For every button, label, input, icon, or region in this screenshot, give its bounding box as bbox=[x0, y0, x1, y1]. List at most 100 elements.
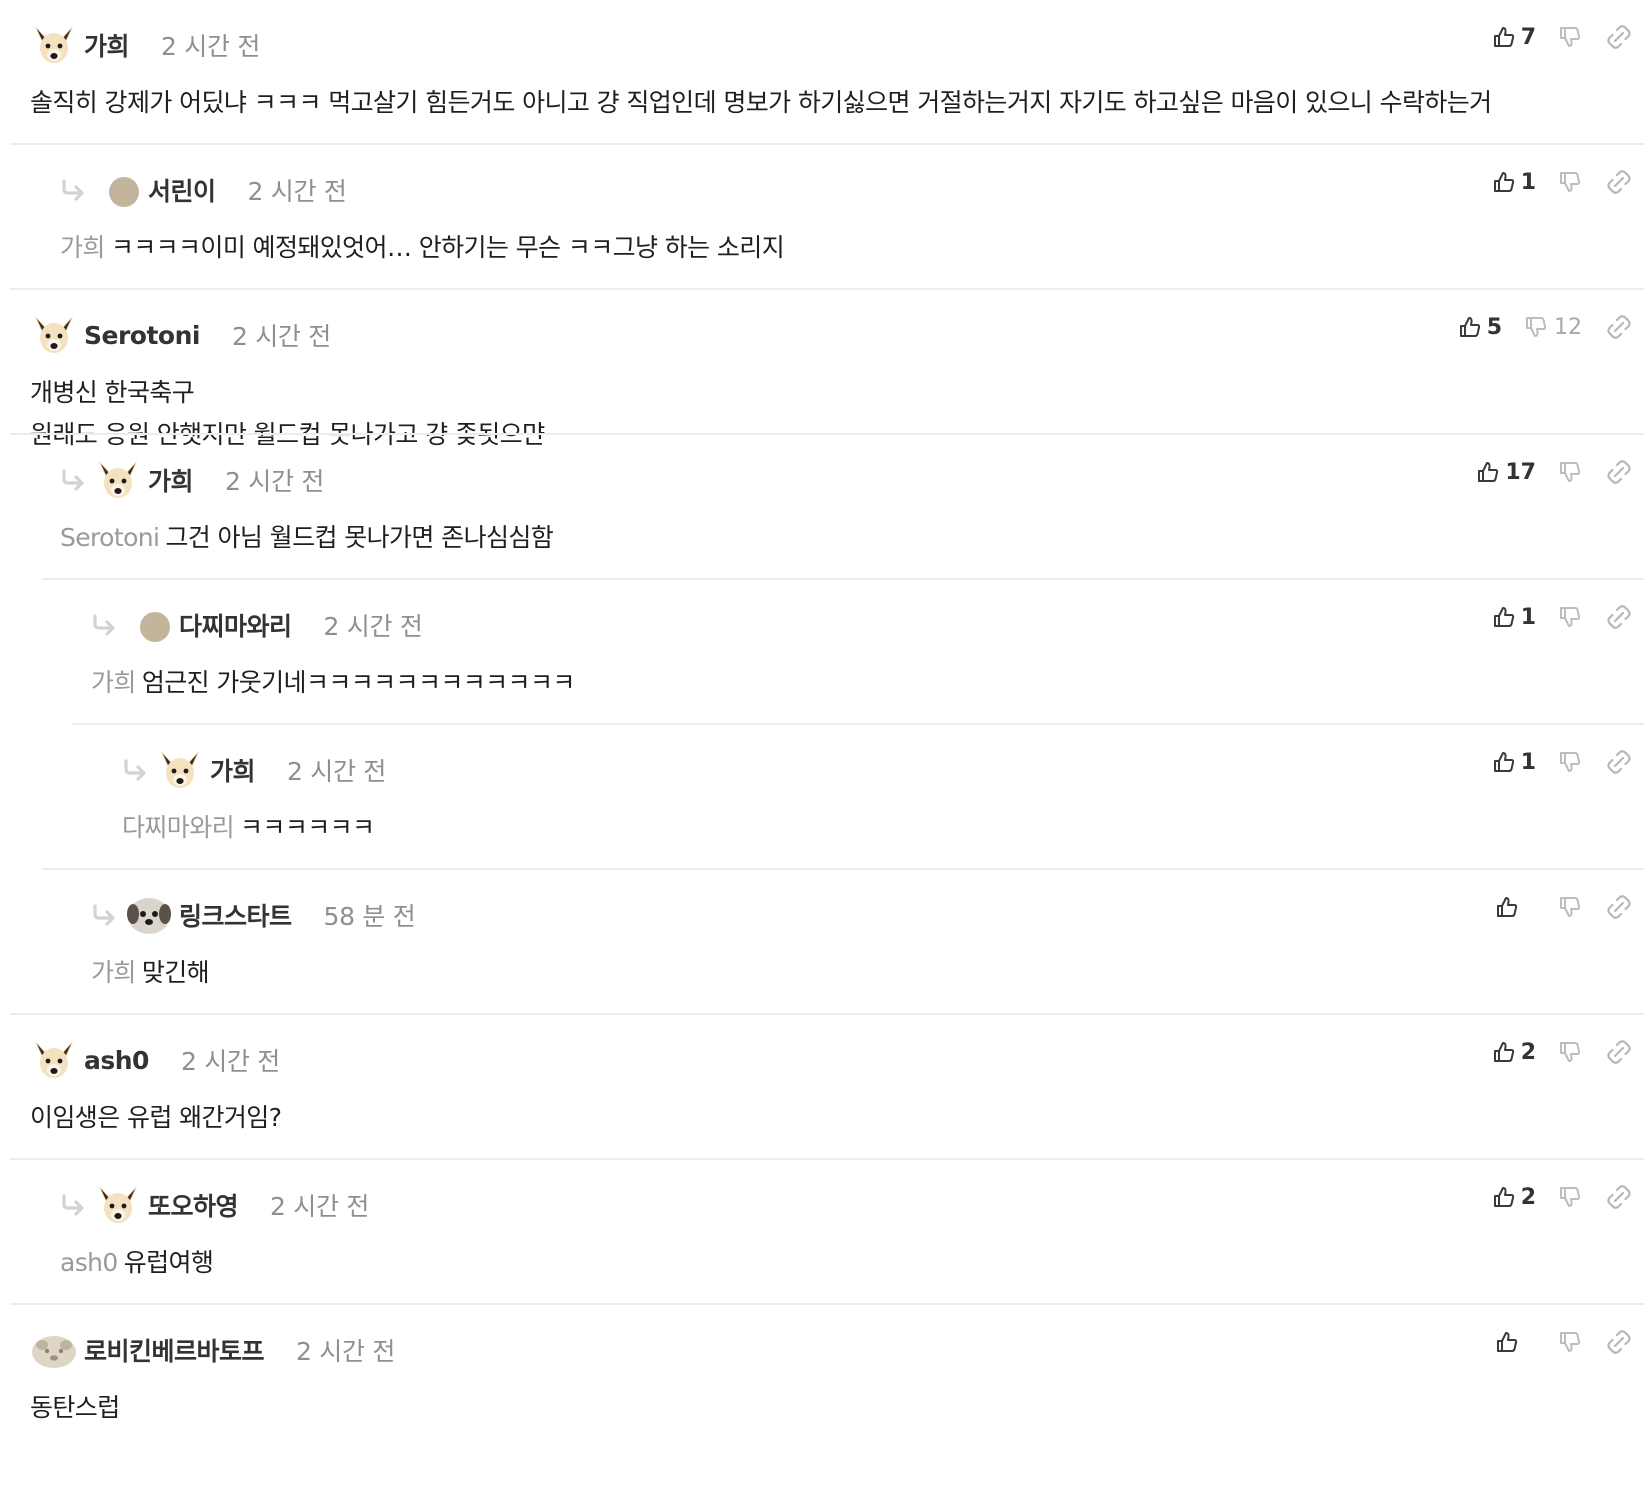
comment-actions: 1 bbox=[1492, 747, 1632, 777]
comment-item: Serotoni 2 시간 전 개병신 한국축구 원래도 응원 안햇지만 월드컵 못나… bbox=[0, 290, 1652, 449]
comment-item: 가희 2 시간 전 솔직히 강제가 어딨냐 ㅋㅋㅋ 먹고살기 힘든거도 아니고 걍 … bbox=[0, 0, 1652, 145]
reply-mention[interactable]: 가희 bbox=[60, 233, 105, 262]
comment-header: 또오하영 2 시간 전 bbox=[60, 1181, 369, 1229]
like-button[interactable]: 1 bbox=[1492, 605, 1536, 630]
comment-author[interactable]: 다찌마와리 bbox=[179, 607, 292, 643]
comment-timestamp: 2 시간 전 bbox=[180, 1047, 280, 1076]
comment-item: 서린이 2 시간 전 가희 ㅋㅋㅋㅋ이미 예정돼있엇어… 안하기는 무슨 ㅋㅋ그냥 하… bbox=[0, 145, 1652, 290]
comment-actions: 2 bbox=[1492, 1037, 1632, 1067]
default-circle-avatar[interactable] bbox=[125, 602, 173, 648]
comment-body: 가희 엄근진 가웃기네ㅋㅋㅋㅋㅋㅋㅋㅋㅋㅋㅋㅋ bbox=[91, 662, 575, 704]
dislike-button[interactable] bbox=[1558, 1040, 1582, 1064]
comment-actions: 5 12 bbox=[1458, 312, 1632, 342]
comment-author[interactable]: 또오하영 bbox=[148, 1187, 239, 1223]
comment-body: ash0 유럽여행 bbox=[60, 1242, 214, 1284]
reply-arrow-icon bbox=[91, 613, 119, 637]
like-count: 7 bbox=[1520, 24, 1536, 50]
like-button[interactable] bbox=[1495, 1330, 1536, 1354]
like-button[interactable]: 17 bbox=[1476, 460, 1536, 485]
like-count: 1 bbox=[1520, 604, 1536, 630]
reply-mention[interactable]: 가희 bbox=[91, 668, 136, 697]
default-circle-avatar[interactable] bbox=[94, 167, 142, 213]
like-button[interactable]: 1 bbox=[1492, 750, 1536, 775]
dislike-button[interactable] bbox=[1558, 460, 1582, 484]
dislike-button[interactable]: 12 bbox=[1524, 315, 1582, 340]
dislike-button[interactable] bbox=[1558, 25, 1582, 49]
comment-author[interactable]: 로비킨베르바토프 bbox=[84, 1332, 265, 1368]
comment-text: 이임생은 유럽 왜간거임? bbox=[30, 1103, 282, 1132]
dislike-button[interactable] bbox=[1558, 895, 1582, 919]
dislike-button[interactable] bbox=[1558, 1330, 1582, 1354]
comment-actions bbox=[1495, 892, 1632, 922]
comment-header: 로비킨베르바토프 2 시간 전 bbox=[30, 1326, 395, 1374]
comment-author[interactable]: 가희 bbox=[210, 752, 256, 788]
dislike-button[interactable] bbox=[1558, 605, 1582, 629]
comment-author[interactable]: ash0 bbox=[84, 1046, 149, 1075]
blurred-animal-avatar[interactable] bbox=[30, 1327, 78, 1373]
chihuahua-avatar[interactable] bbox=[156, 747, 204, 793]
comment-body: 가희 ㅋㅋㅋㅋ이미 예정돼있엇어… 안하기는 무슨 ㅋㅋ그냥 하는 소리지 bbox=[60, 227, 785, 269]
comment-header: ash0 2 시간 전 bbox=[30, 1036, 280, 1084]
chihuahua-avatar[interactable] bbox=[30, 312, 78, 358]
comment-body: 동탄스럽 bbox=[30, 1387, 120, 1429]
share-link-button[interactable] bbox=[1606, 169, 1632, 195]
thumbs-up-icon bbox=[1492, 605, 1516, 629]
reply-mention[interactable]: ash0 bbox=[60, 1248, 118, 1277]
share-link-button[interactable] bbox=[1606, 24, 1632, 50]
comment-author[interactable]: 가희 bbox=[84, 27, 130, 63]
thumbs-down-icon bbox=[1558, 170, 1582, 194]
share-link-button[interactable] bbox=[1606, 1184, 1632, 1210]
link-icon bbox=[1606, 24, 1632, 50]
comment-author[interactable]: 서린이 bbox=[148, 172, 216, 208]
comment-author[interactable]: Serotoni bbox=[84, 321, 200, 350]
like-button[interactable]: 1 bbox=[1492, 170, 1536, 195]
chihuahua-avatar[interactable] bbox=[94, 457, 142, 503]
dislike-button[interactable] bbox=[1558, 170, 1582, 194]
share-link-button[interactable] bbox=[1606, 459, 1632, 485]
dislike-button[interactable] bbox=[1558, 750, 1582, 774]
share-link-button[interactable] bbox=[1606, 314, 1632, 340]
comment-author[interactable]: 링크스타트 bbox=[179, 897, 292, 933]
thumbs-down-icon bbox=[1558, 1040, 1582, 1064]
like-button[interactable]: 2 bbox=[1492, 1040, 1536, 1065]
thumbs-up-icon bbox=[1492, 1040, 1516, 1064]
like-button[interactable]: 2 bbox=[1492, 1185, 1536, 1210]
dislike-button[interactable] bbox=[1558, 1185, 1582, 1209]
reply-arrow-icon bbox=[91, 903, 119, 927]
chihuahua-avatar[interactable] bbox=[94, 1182, 142, 1228]
like-button[interactable]: 5 bbox=[1458, 315, 1502, 340]
comment-timestamp: 2 시간 전 bbox=[225, 467, 325, 496]
comment-text: 엄근진 가웃기네ㅋㅋㅋㅋㅋㅋㅋㅋㅋㅋㅋㅋ bbox=[141, 668, 576, 697]
comment-body: 다찌마와리 ㅋㅋㅋㅋㅋㅋ bbox=[122, 807, 375, 849]
share-link-button[interactable] bbox=[1606, 894, 1632, 920]
thumbs-up-icon bbox=[1476, 460, 1500, 484]
puppy-avatar[interactable] bbox=[125, 892, 173, 938]
comment-actions: 2 bbox=[1492, 1182, 1632, 1212]
comment-body: 솔직히 강제가 어딨냐 ㅋㅋㅋ 먹고살기 힘든거도 아니고 걍 직업인데 명보가… bbox=[30, 82, 1492, 124]
chihuahua-avatar[interactable] bbox=[30, 1037, 78, 1083]
comment-author[interactable]: 가희 bbox=[148, 462, 194, 498]
like-button[interactable]: 7 bbox=[1492, 25, 1536, 50]
comment-text-line: 가희 맞긴해 bbox=[91, 952, 210, 994]
share-link-button[interactable] bbox=[1606, 1039, 1632, 1065]
comment-text-line: 가희 엄근진 가웃기네ㅋㅋㅋㅋㅋㅋㅋㅋㅋㅋㅋㅋ bbox=[91, 662, 575, 704]
like-button[interactable] bbox=[1495, 895, 1536, 919]
link-icon bbox=[1606, 1039, 1632, 1065]
comment-text-line: 동탄스럽 bbox=[30, 1387, 120, 1429]
reply-mention[interactable]: Serotoni bbox=[60, 523, 160, 552]
thumbs-down-icon bbox=[1558, 25, 1582, 49]
comment-text: ㅋㅋㅋㅋㅋㅋ bbox=[240, 813, 375, 842]
share-link-button[interactable] bbox=[1606, 749, 1632, 775]
thumbs-up-icon bbox=[1492, 25, 1516, 49]
comment-text: 동탄스럽 bbox=[30, 1393, 120, 1422]
comment-body: Serotoni 그건 아님 월드컵 못나가면 존나심심함 bbox=[60, 517, 554, 559]
share-link-button[interactable] bbox=[1606, 604, 1632, 630]
chihuahua-avatar[interactable] bbox=[30, 22, 78, 68]
reply-mention[interactable]: 다찌마와리 bbox=[122, 813, 235, 842]
link-icon bbox=[1606, 1184, 1632, 1210]
link-icon bbox=[1606, 604, 1632, 630]
comment-actions: 7 bbox=[1492, 22, 1632, 52]
reply-mention[interactable]: 가희 bbox=[91, 958, 136, 987]
share-link-button[interactable] bbox=[1606, 1329, 1632, 1355]
like-count: 1 bbox=[1520, 169, 1536, 195]
